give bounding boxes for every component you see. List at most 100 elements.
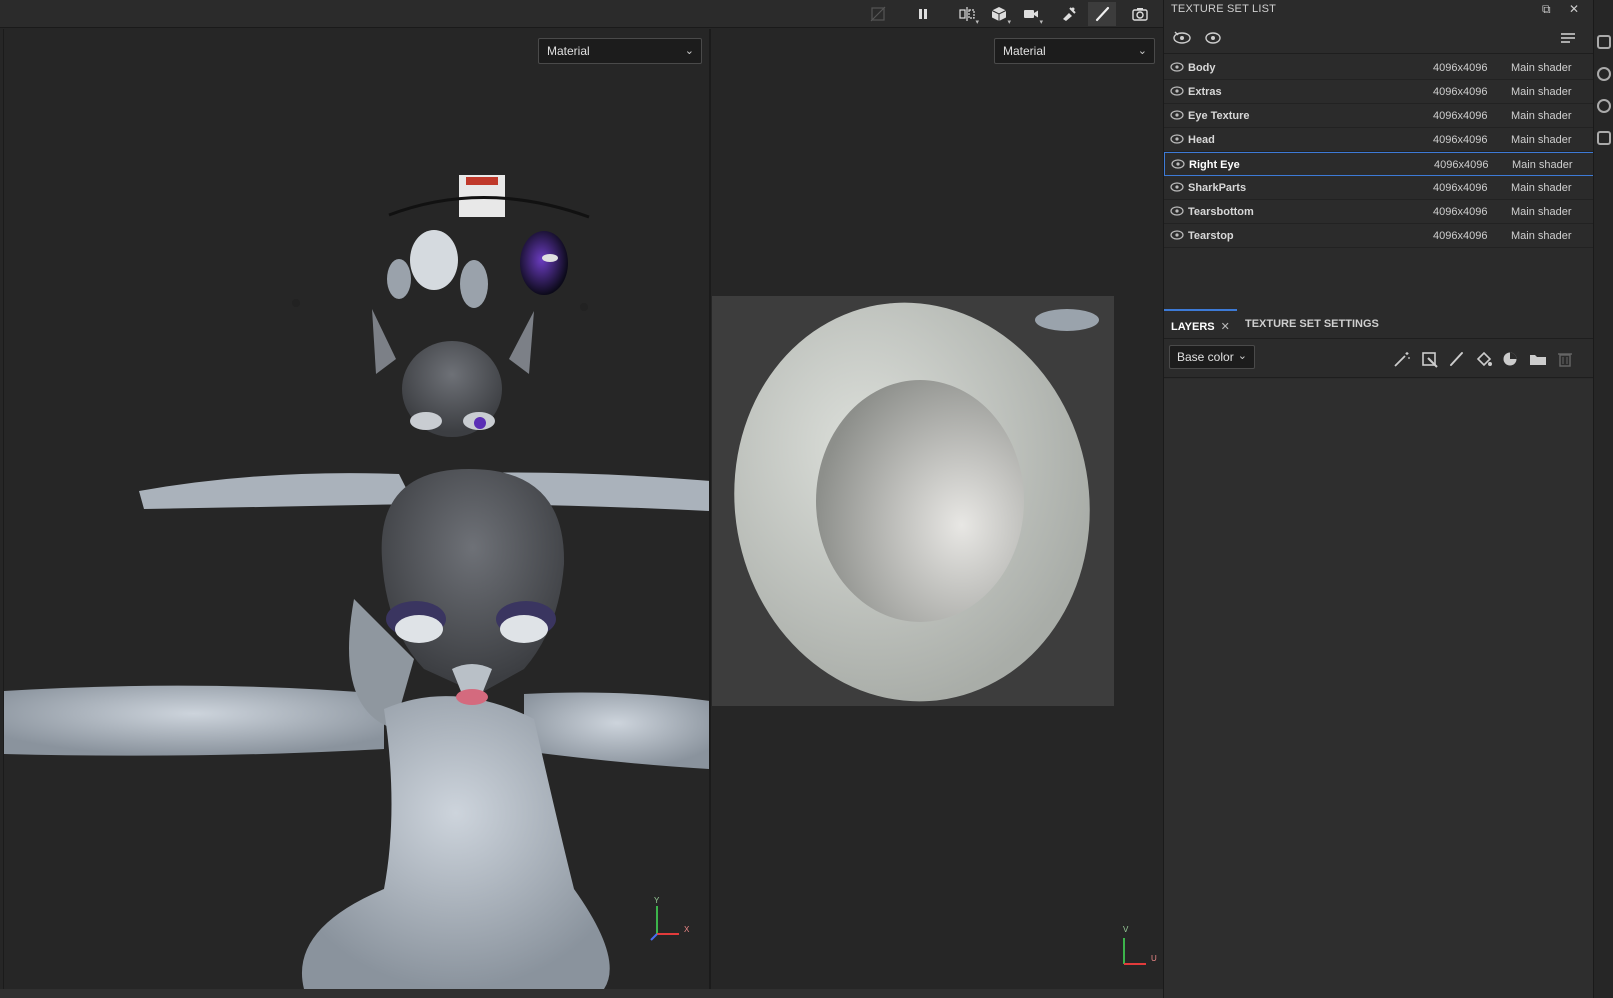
- layers-tab-bar: LAYERS ✕ TEXTURE SET SETTINGS: [1164, 309, 1594, 339]
- texture-set-shader[interactable]: Main shader: [1511, 206, 1572, 218]
- material-dropdown-label: Material: [1003, 44, 1046, 58]
- axis-y-label: Y: [654, 896, 660, 905]
- texture-set-shader[interactable]: Main shader: [1511, 62, 1572, 74]
- list-item[interactable]: Tearstop 4096x4096 Main shader: [1164, 224, 1594, 248]
- viewport-2d[interactable]: Material ⌄ V U: [711, 29, 1161, 989]
- shader-settings-icon[interactable]: [1597, 67, 1611, 81]
- hide-overlay-icon[interactable]: [864, 2, 892, 26]
- texture-set-shader[interactable]: Main shader: [1511, 110, 1572, 122]
- eye-icon[interactable]: [1170, 61, 1184, 73]
- texture-set-shader[interactable]: Main shader: [1511, 230, 1572, 242]
- list-menu-icon[interactable]: [1558, 29, 1578, 47]
- close-icon[interactable]: ✕: [1569, 2, 1579, 16]
- texture-set-resolution: 4096x4096: [1433, 182, 1488, 194]
- texture-set-name: Tearsbottom: [1188, 206, 1254, 218]
- cube-icon[interactable]: ▾: [985, 2, 1013, 26]
- chevron-down-icon: ⌄: [1137, 45, 1147, 57]
- pause-icon[interactable]: [909, 2, 937, 26]
- tab-layers[interactable]: LAYERS ✕: [1164, 309, 1237, 339]
- uv-texture-canvas[interactable]: [712, 296, 1114, 706]
- channel-dropdown[interactable]: Base color ⌄: [1169, 345, 1255, 369]
- screenshot-icon[interactable]: [1126, 2, 1154, 26]
- status-strip: [0, 989, 1163, 998]
- eye-icon[interactable]: [1170, 109, 1184, 121]
- fill-layer-icon[interactable]: [1474, 350, 1494, 368]
- chevron-down-icon: ▾: [1039, 19, 1043, 26]
- texture-set-name: Head: [1188, 134, 1215, 146]
- list-item[interactable]: Head 4096x4096 Main shader: [1164, 128, 1594, 152]
- panel-title: TEXTURE SET LIST: [1171, 3, 1277, 15]
- list-item[interactable]: Body 4096x4096 Main shader: [1164, 56, 1594, 80]
- character-model-render: [4, 175, 709, 989]
- maximize-icon[interactable]: ⧉: [1542, 2, 1551, 17]
- list-item[interactable]: Tearsbottom 4096x4096 Main shader: [1164, 200, 1594, 224]
- trash-icon[interactable]: [1555, 350, 1575, 368]
- axis-x-label: X: [684, 925, 690, 934]
- eye-icon[interactable]: [1170, 229, 1184, 241]
- viewport-area: ▾ ▾ ▾ Material ⌄ Y X Material ⌄ V U: [0, 0, 1163, 998]
- list-item[interactable]: Eye Texture 4096x4096 Main shader: [1164, 104, 1594, 128]
- viewport-3d[interactable]: Material ⌄ Y X: [3, 29, 709, 989]
- panel-header: TEXTURE SET LIST ⧉ ✕: [1164, 0, 1594, 20]
- texture-set-name: Right Eye: [1189, 159, 1240, 171]
- texture-set-name: Extras: [1188, 86, 1222, 98]
- show-all-eye-icon[interactable]: [1203, 29, 1223, 47]
- texture-set-name: SharkParts: [1188, 182, 1247, 194]
- texture-set-name: Eye Texture: [1188, 110, 1250, 122]
- axis-u-label: U: [1151, 954, 1157, 963]
- list-item-selected[interactable]: Right Eye 4096x4096 Main shader: [1164, 152, 1594, 176]
- display-settings-icon[interactable]: [1597, 35, 1611, 49]
- texture-set-shader[interactable]: Main shader: [1511, 86, 1572, 98]
- hide-all-eye-icon[interactable]: [1172, 29, 1192, 47]
- material-dropdown-2d[interactable]: Material ⌄: [994, 38, 1155, 64]
- list-item[interactable]: SharkParts 4096x4096 Main shader: [1164, 176, 1594, 200]
- history-icon[interactable]: [1597, 99, 1611, 113]
- eye-icon[interactable]: [1170, 181, 1184, 193]
- texture-set-name: Body: [1188, 62, 1216, 74]
- channel-dropdown-label: Base color: [1177, 350, 1234, 364]
- texture-set-resolution: 4096x4096: [1433, 206, 1488, 218]
- viewport-toolbar: ▾ ▾ ▾: [0, 0, 1163, 28]
- texture-set-resolution: 4096x4096: [1433, 230, 1488, 242]
- texture-set-resolution: 4096x4096: [1433, 110, 1488, 122]
- eye-icon[interactable]: [1170, 85, 1184, 97]
- paint-brush-icon[interactable]: [1088, 2, 1116, 26]
- close-icon[interactable]: ✕: [1221, 321, 1230, 333]
- eye-icon[interactable]: [1170, 133, 1184, 145]
- texture-set-panel: TEXTURE SET LIST ⧉ ✕ Body 4096x4096 Main…: [1163, 0, 1594, 998]
- folder-icon[interactable]: [1528, 350, 1548, 368]
- log-icon[interactable]: [1597, 131, 1611, 145]
- add-mask-icon[interactable]: [1420, 350, 1440, 368]
- list-item[interactable]: Extras 4096x4096 Main shader: [1164, 80, 1594, 104]
- eye-icon[interactable]: [1170, 205, 1184, 217]
- magic-wand-icon[interactable]: [1392, 350, 1412, 368]
- chevron-down-icon: ▾: [1007, 19, 1011, 26]
- eye-uv-render: [734, 302, 1099, 702]
- texture-set-resolution: 4096x4096: [1433, 86, 1488, 98]
- tab-layers-label: LAYERS: [1171, 321, 1215, 333]
- side-dock-bar: [1593, 0, 1613, 998]
- texture-set-resolution: 4096x4096: [1434, 159, 1489, 171]
- tab-texture-set-settings-label: TEXTURE SET SETTINGS: [1245, 318, 1379, 330]
- painter-app: ▾ ▾ ▾ Material ⌄ Y X Material ⌄ V U TEXT…: [0, 0, 1613, 998]
- texture-set-shader[interactable]: Main shader: [1511, 182, 1572, 194]
- texture-set-list: Body 4096x4096 Main shader Extras 4096x4…: [1164, 56, 1594, 248]
- layers-toolbar: Base color ⌄: [1164, 340, 1594, 378]
- mirror-icon[interactable]: ▾: [953, 2, 981, 26]
- chevron-down-icon: ▾: [975, 19, 979, 26]
- texture-set-resolution: 4096x4096: [1433, 134, 1488, 146]
- texture-set-resolution: 4096x4096: [1433, 62, 1488, 74]
- chevron-down-icon: ⌄: [1237, 350, 1247, 362]
- texture-set-shader[interactable]: Main shader: [1511, 134, 1572, 146]
- axis-v-label: V: [1123, 925, 1129, 934]
- smart-material-icon[interactable]: [1501, 350, 1521, 368]
- texture-set-name: Tearstop: [1188, 230, 1234, 242]
- bake-icon[interactable]: [1055, 2, 1083, 26]
- camera-icon[interactable]: ▾: [1017, 2, 1045, 26]
- eye-icon[interactable]: [1171, 158, 1185, 170]
- tab-texture-set-settings[interactable]: TEXTURE SET SETTINGS: [1238, 309, 1386, 339]
- texture-set-toolbar: [1164, 22, 1594, 54]
- paint-layer-icon[interactable]: [1447, 350, 1467, 368]
- layers-stack-area[interactable]: [1164, 379, 1594, 998]
- texture-set-shader[interactable]: Main shader: [1512, 159, 1573, 171]
